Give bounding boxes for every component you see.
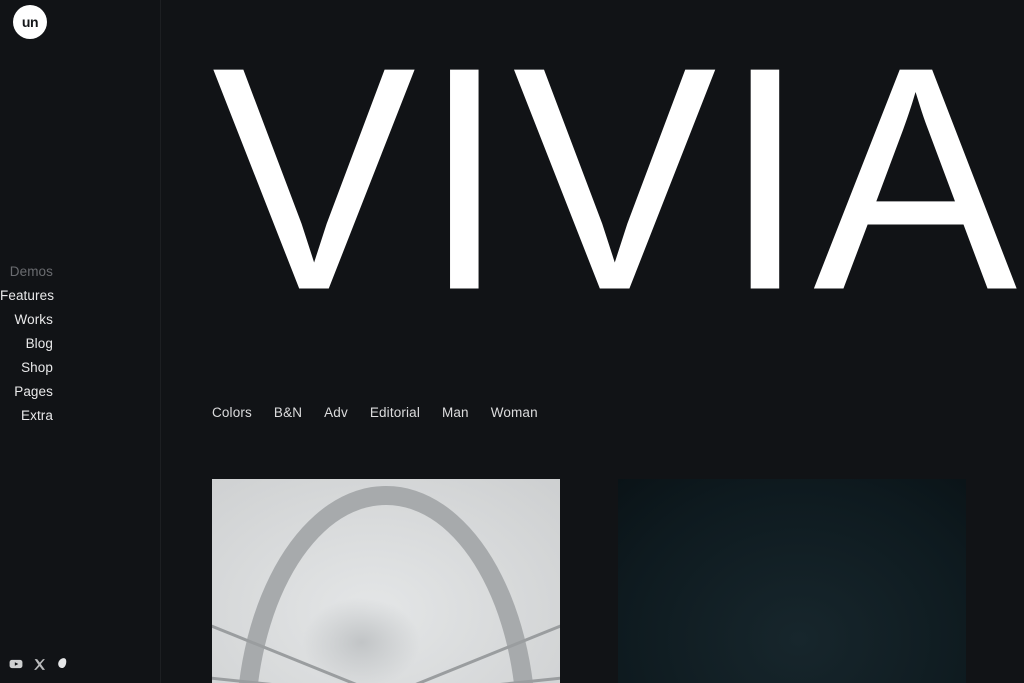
filter-colors[interactable]: Colors xyxy=(212,405,252,420)
youtube-icon[interactable] xyxy=(9,657,23,671)
filter-adv[interactable]: Adv xyxy=(324,405,348,420)
gallery-item[interactable] xyxy=(212,479,560,683)
filter-editorial[interactable]: Editorial xyxy=(370,405,420,420)
un-logo[interactable]: un xyxy=(13,5,47,39)
category-filters: Colors B&N Adv Editorial Man Woman xyxy=(212,405,538,420)
droplet-icon[interactable] xyxy=(55,657,69,671)
gallery-grid xyxy=(212,479,966,683)
photo-background xyxy=(618,479,966,683)
sidebar-item-demos[interactable]: Demos xyxy=(0,265,53,279)
page-title: VIVIA xyxy=(212,1,1024,357)
un-logo-text: un xyxy=(21,14,39,30)
page-root: un Demos Features Works Blog Shop Pages … xyxy=(0,0,1024,683)
sidebar-item-works[interactable]: Works xyxy=(0,313,53,327)
sidebar-nav: Demos Features Works Blog Shop Pages Ext… xyxy=(0,265,54,433)
filter-man[interactable]: Man xyxy=(442,405,469,420)
filter-bn[interactable]: B&N xyxy=(274,405,302,420)
filter-woman[interactable]: Woman xyxy=(491,405,538,420)
main-content: VIVIA Colors B&N Adv Editorial Man Woman xyxy=(161,0,1024,683)
sidebar-item-blog[interactable]: Blog xyxy=(0,337,53,351)
sidebar-item-extra[interactable]: Extra xyxy=(0,409,53,423)
social-links xyxy=(9,657,69,671)
sidebar-item-shop[interactable]: Shop xyxy=(0,361,53,375)
sidebar: un Demos Features Works Blog Shop Pages … xyxy=(0,0,161,683)
sidebar-item-pages[interactable]: Pages xyxy=(0,385,53,399)
x-twitter-icon[interactable] xyxy=(32,657,46,671)
gallery-item[interactable] xyxy=(618,479,966,683)
sidebar-item-features[interactable]: Features xyxy=(0,289,54,303)
